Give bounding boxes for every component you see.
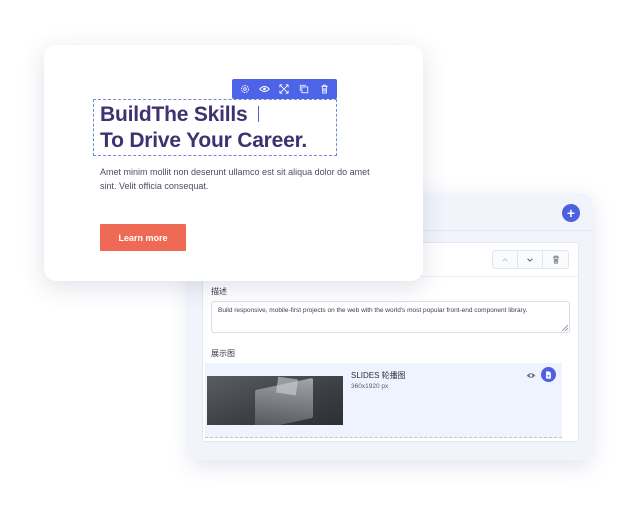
duplicate-button[interactable] bbox=[296, 81, 312, 97]
settings-icon bbox=[240, 85, 249, 93]
plus-icon: + bbox=[566, 205, 576, 221]
add-component-button[interactable]: + bbox=[562, 204, 580, 222]
card-controls bbox=[492, 250, 569, 269]
headline-line-1-text: BuildThe Skills bbox=[100, 103, 248, 126]
copy-icon bbox=[300, 84, 309, 94]
delete-button[interactable] bbox=[316, 81, 332, 97]
chevron-up-icon bbox=[502, 257, 508, 262]
visibility-button[interactable] bbox=[257, 81, 273, 97]
headline-line-1: BuildThe Skills bbox=[100, 102, 307, 128]
thumbnail-highlight bbox=[275, 376, 299, 396]
move-down-button[interactable] bbox=[518, 251, 543, 268]
file-icon bbox=[546, 370, 551, 379]
hero-description: Amet minim mollit non deserunt ullamco e… bbox=[100, 167, 370, 191]
description-value: Build responsive, mobile-first projects … bbox=[218, 307, 528, 314]
slide-thumbnail bbox=[207, 376, 343, 425]
element-toolbar bbox=[232, 79, 337, 99]
resize-handle[interactable] bbox=[562, 325, 568, 331]
settings-button[interactable] bbox=[237, 81, 253, 97]
move-icon bbox=[279, 84, 290, 94]
move-up-button[interactable] bbox=[493, 251, 518, 268]
move-button[interactable] bbox=[276, 81, 292, 97]
headline-line-2: To Drive Your Career. bbox=[100, 129, 308, 152]
hero-headline[interactable]: BuildThe Skills To Drive Your Career. bbox=[100, 102, 307, 154]
trash-icon bbox=[552, 255, 559, 264]
image-item: SLIDES 轮播图 360x1920 px bbox=[205, 363, 562, 438]
eye-icon bbox=[526, 372, 536, 378]
slide-title: SLIDES 轮播图 bbox=[351, 371, 406, 380]
delete-icon bbox=[320, 84, 328, 94]
learn-more-button[interactable]: Learn more bbox=[100, 224, 186, 251]
description-textarea[interactable]: Build responsive, mobile-first projects … bbox=[211, 301, 570, 333]
eye-icon bbox=[259, 86, 271, 92]
slide-size: 360x1920 px bbox=[351, 383, 389, 390]
description-label: 描述 bbox=[211, 287, 227, 296]
preview-button[interactable] bbox=[524, 368, 538, 382]
chevron-down-icon bbox=[527, 257, 533, 262]
delete-card-button[interactable] bbox=[543, 251, 568, 268]
hero-card: BuildThe Skills To Drive Your Career. Am… bbox=[44, 45, 423, 281]
image-label: 展示图 bbox=[211, 349, 235, 358]
replace-file-button[interactable] bbox=[541, 367, 556, 382]
text-cursor bbox=[257, 106, 259, 122]
